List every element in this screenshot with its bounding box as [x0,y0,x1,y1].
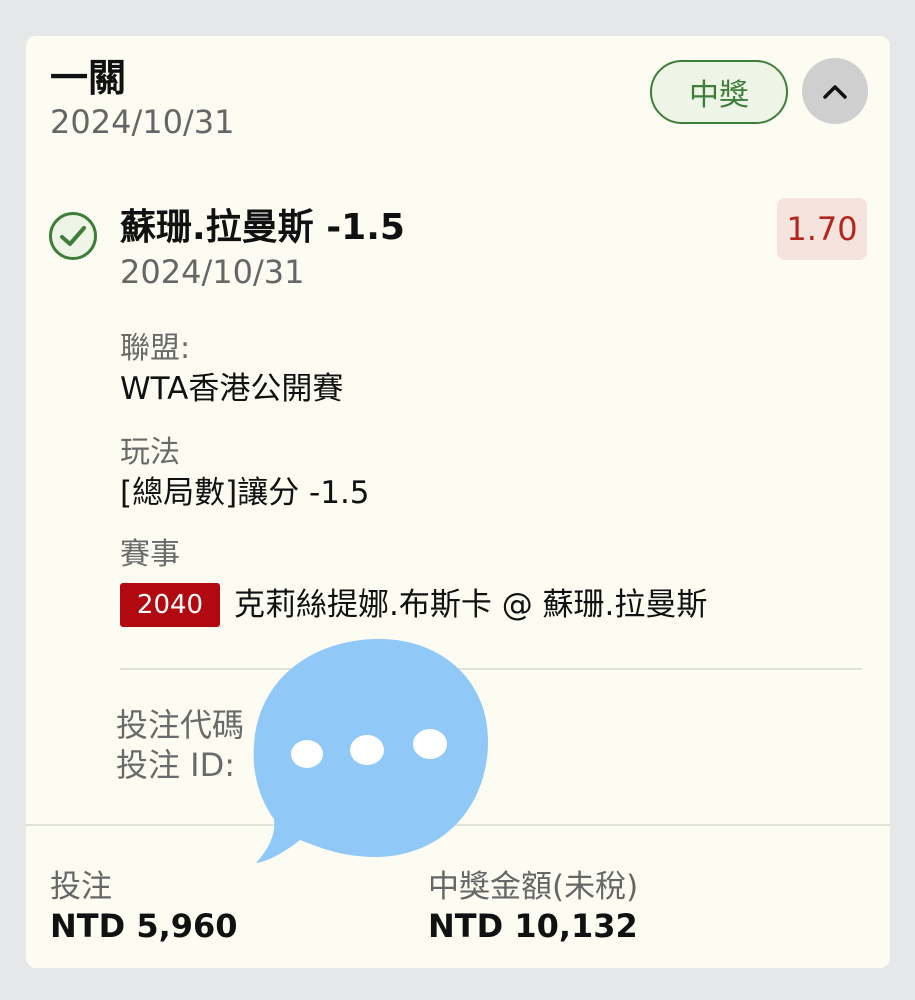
bet-type-title: 一關 [50,56,127,100]
league-value: WTA香港公開賽 [120,371,344,407]
payout-label: 中獎金額(未稅) [428,869,639,905]
bet-date: 2024/10/31 [50,103,235,141]
check-circle-icon [49,212,97,260]
event-row: 2040 克莉絲提娜.布斯卡 @ 蘇珊.拉曼斯 [120,583,707,627]
selection-date: 2024/10/31 [120,253,305,291]
status-badge: 中獎 [650,60,788,124]
payout-value: NTD 10,132 [428,907,638,945]
stake-value: NTD 5,960 [50,907,238,945]
odds-badge: 1.70 [777,198,867,260]
market-value: [總局數]讓分 -1.5 [120,475,370,511]
chat-bubble-icon [253,638,489,863]
bet-id-label: 投注 ID: [116,746,236,784]
collapse-button[interactable] [802,58,868,124]
bet-code-label: 投注代碼 [116,706,245,744]
event-name: 克莉絲提娜.布斯卡 @ 蘇珊.拉曼斯 [234,587,708,623]
league-label: 聯盟: [120,331,191,366]
event-label: 賽事 [120,537,180,572]
selection-name: 蘇珊.拉曼斯 -1.5 [120,207,405,248]
stake-label: 投注 [50,869,112,905]
market-label: 玩法 [120,435,180,470]
event-id-badge: 2040 [120,583,220,627]
chevron-up-icon [823,85,847,99]
